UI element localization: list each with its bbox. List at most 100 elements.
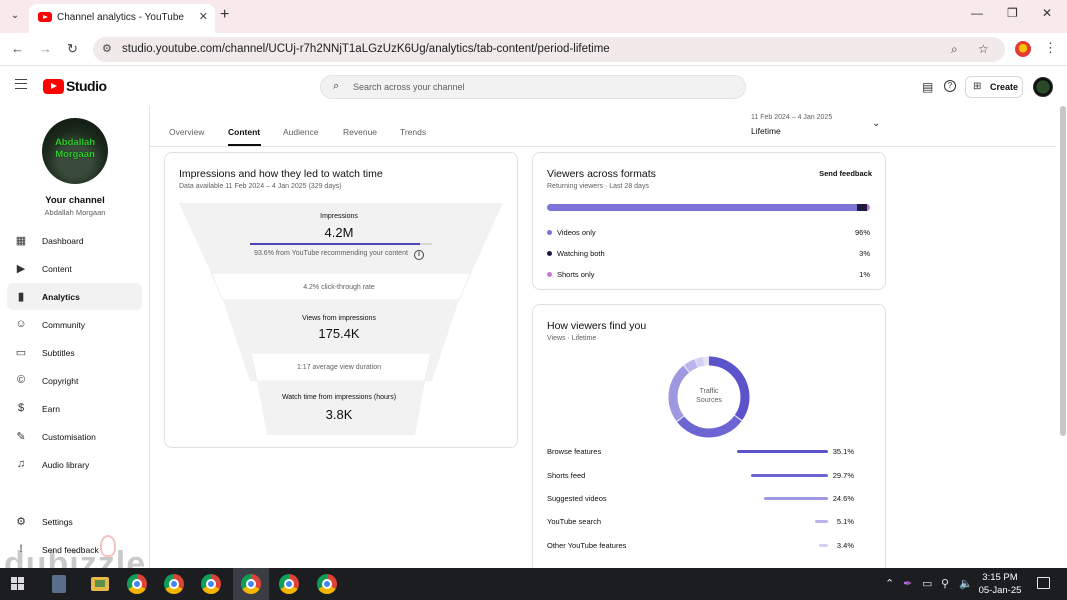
tab-search-icon[interactable]: ⌄: [6, 7, 24, 25]
customisation-icon: ✎: [16, 431, 26, 443]
chevron-down-icon[interactable]: ⌄: [872, 118, 880, 129]
omnibox[interactable]: ⚙ studio.youtube.com/channel/UCUj-r7h2NN…: [93, 37, 1005, 62]
tab-revenue[interactable]: Revenue: [343, 127, 377, 137]
sidebar-item-copyright[interactable]: © Copyright: [7, 367, 142, 394]
help-icon[interactable]: ?: [944, 80, 956, 92]
menu-icon[interactable]: ⋮: [1044, 40, 1057, 56]
traffic-source-bar: [751, 474, 828, 477]
tab-audience[interactable]: Audience: [283, 127, 318, 137]
window-close-icon[interactable]: ✕: [1042, 6, 1052, 20]
traffic-source-value: 29.7%: [832, 471, 854, 480]
network-icon[interactable]: ⚲: [941, 577, 949, 590]
messages-icon[interactable]: ▤: [922, 80, 933, 94]
account-avatar[interactable]: [1033, 77, 1053, 97]
create-button[interactable]: ⊞ Create: [965, 76, 1023, 98]
youtube-logo-icon[interactable]: [43, 79, 64, 94]
close-tab-icon[interactable]: ✕: [199, 10, 208, 23]
minimize-icon[interactable]: —: [971, 6, 983, 20]
format-row-shorts-only: Shorts only 1%: [547, 269, 870, 281]
browser-toolbar: ← → ↻ ⚙ studio.youtube.com/channel/UCUj-…: [0, 33, 1067, 66]
studio-logo-text[interactable]: Studio: [66, 78, 107, 94]
sidebar-item-customisation[interactable]: ✎ Customisation: [7, 423, 142, 450]
site-info-icon[interactable]: ⚙: [102, 42, 112, 55]
chrome-app-icon[interactable]: [201, 574, 221, 594]
clock-date[interactable]: 05-Jan-25: [975, 585, 1025, 596]
battery-icon[interactable]: ▭: [922, 577, 932, 590]
avatar-text-line1: Abdallah: [54, 137, 96, 148]
volume-icon[interactable]: 🔈: [959, 577, 973, 590]
restore-icon[interactable]: ❐: [1007, 6, 1018, 20]
traffic-sources-card: How viewers find you Views · Lifetime Tr…: [532, 304, 886, 594]
traffic-source-row[interactable]: YouTube search 5.1%: [547, 516, 870, 528]
sidebar-item-earn[interactable]: $ Earn: [7, 395, 142, 422]
chrome-app-icon[interactable]: [241, 574, 261, 594]
avatar-text-line2: Morgaan: [55, 149, 95, 160]
card-title: How viewers find you: [547, 320, 647, 332]
sidebar-item-audio-library[interactable]: ♫ Audio library: [7, 451, 142, 478]
content-icon: ▶: [16, 263, 26, 275]
star-icon[interactable]: ☆: [978, 42, 989, 56]
traffic-source-value: 35.1%: [832, 447, 854, 456]
impressions-card: Impressions and how they led to watch ti…: [164, 152, 518, 448]
youtube-favicon-icon: [38, 12, 52, 22]
donut-label-line1: Traffic: [699, 388, 719, 395]
calculator-app-icon[interactable]: [52, 575, 66, 593]
channel-avatar[interactable]: Abdallah Morgaan: [42, 118, 108, 184]
profile-icon[interactable]: [1015, 41, 1031, 57]
traffic-source-row[interactable]: Suggested videos 24.6%: [547, 493, 870, 505]
legend-dot: [547, 272, 552, 277]
sidebar-item-dashboard[interactable]: ▦ Dashboard: [7, 227, 142, 254]
traffic-source-row[interactable]: Other YouTube features 3.4%: [547, 540, 870, 552]
new-tab-icon[interactable]: +: [220, 6, 229, 24]
chrome-app-icon[interactable]: [127, 574, 147, 594]
traffic-source-label: Browse features: [547, 447, 602, 456]
traffic-source-row[interactable]: Shorts feed 29.7%: [547, 470, 870, 482]
create-video-icon: ⊞: [973, 81, 982, 92]
chrome-app-icon[interactable]: [317, 574, 337, 594]
sidebar-item-analytics[interactable]: ▮ Analytics: [7, 283, 142, 310]
search-box[interactable]: ⌕: [320, 75, 746, 99]
sidebar-item-subtitles[interactable]: ▭ Subtitles: [7, 339, 142, 366]
chrome-app-icon[interactable]: [279, 574, 299, 594]
views-label: Views from impressions: [302, 315, 376, 322]
url-text[interactable]: studio.youtube.com/channel/UCUj-r7h2NNjT…: [122, 43, 610, 55]
browser-tab[interactable]: Channel analytics - YouTube Studio ✕: [29, 4, 215, 33]
tab-trends[interactable]: Trends: [400, 127, 426, 137]
chrome-app-icon[interactable]: [164, 574, 184, 594]
pen-icon[interactable]: ✒: [903, 577, 912, 590]
traffic-source-label: YouTube search: [547, 517, 602, 526]
traffic-source-value: 24.6%: [832, 494, 854, 503]
period-range[interactable]: 11 Feb 2024 – 4 Jan 2025: [751, 114, 832, 121]
reload-icon[interactable]: ↻: [67, 41, 78, 57]
format-value: 3%: [859, 249, 870, 258]
info-icon[interactable]: i: [413, 250, 424, 260]
sidebar-item-label: Settings: [42, 517, 73, 527]
windows-start-icon[interactable]: [11, 577, 25, 591]
search-input[interactable]: [353, 80, 733, 94]
format-label: Videos only: [557, 228, 596, 237]
traffic-source-row[interactable]: Browse features 35.1%: [547, 446, 870, 458]
send-feedback-link[interactable]: Send feedback: [819, 169, 872, 178]
sidebar-item-content[interactable]: ▶ Content: [7, 255, 142, 282]
sidebar-item-community[interactable]: ☺ Community: [7, 311, 142, 338]
file-explorer-icon[interactable]: [91, 577, 109, 591]
donut-label-line2: Sources: [696, 397, 722, 404]
hamburger-menu-icon[interactable]: [15, 79, 27, 89]
clock-time[interactable]: 3:15 PM: [975, 572, 1025, 583]
notification-icon[interactable]: [1037, 577, 1050, 589]
tab-content[interactable]: Content: [228, 127, 260, 137]
sidebar-item-label: Dashboard: [42, 236, 84, 246]
sidebar-item-settings[interactable]: ⚙ Settings: [7, 508, 142, 535]
segment-shorts-only: [866, 204, 870, 211]
traffic-source-label: Other YouTube features: [547, 541, 627, 550]
zoom-icon[interactable]: ⌕: [951, 42, 958, 57]
sidebar-item-label: Customisation: [42, 432, 96, 442]
scrollbar[interactable]: [1060, 106, 1066, 436]
period-label[interactable]: Lifetime: [751, 126, 781, 136]
card-subtitle: Returning viewers · Last 28 days: [547, 183, 649, 190]
chevron-up-icon[interactable]: ⌃: [885, 577, 894, 590]
back-icon[interactable]: ←: [11, 41, 24, 56]
tab-overview[interactable]: Overview: [169, 127, 204, 137]
search-icon[interactable]: ⌕: [333, 80, 339, 93]
forward-icon[interactable]: →: [39, 41, 52, 56]
